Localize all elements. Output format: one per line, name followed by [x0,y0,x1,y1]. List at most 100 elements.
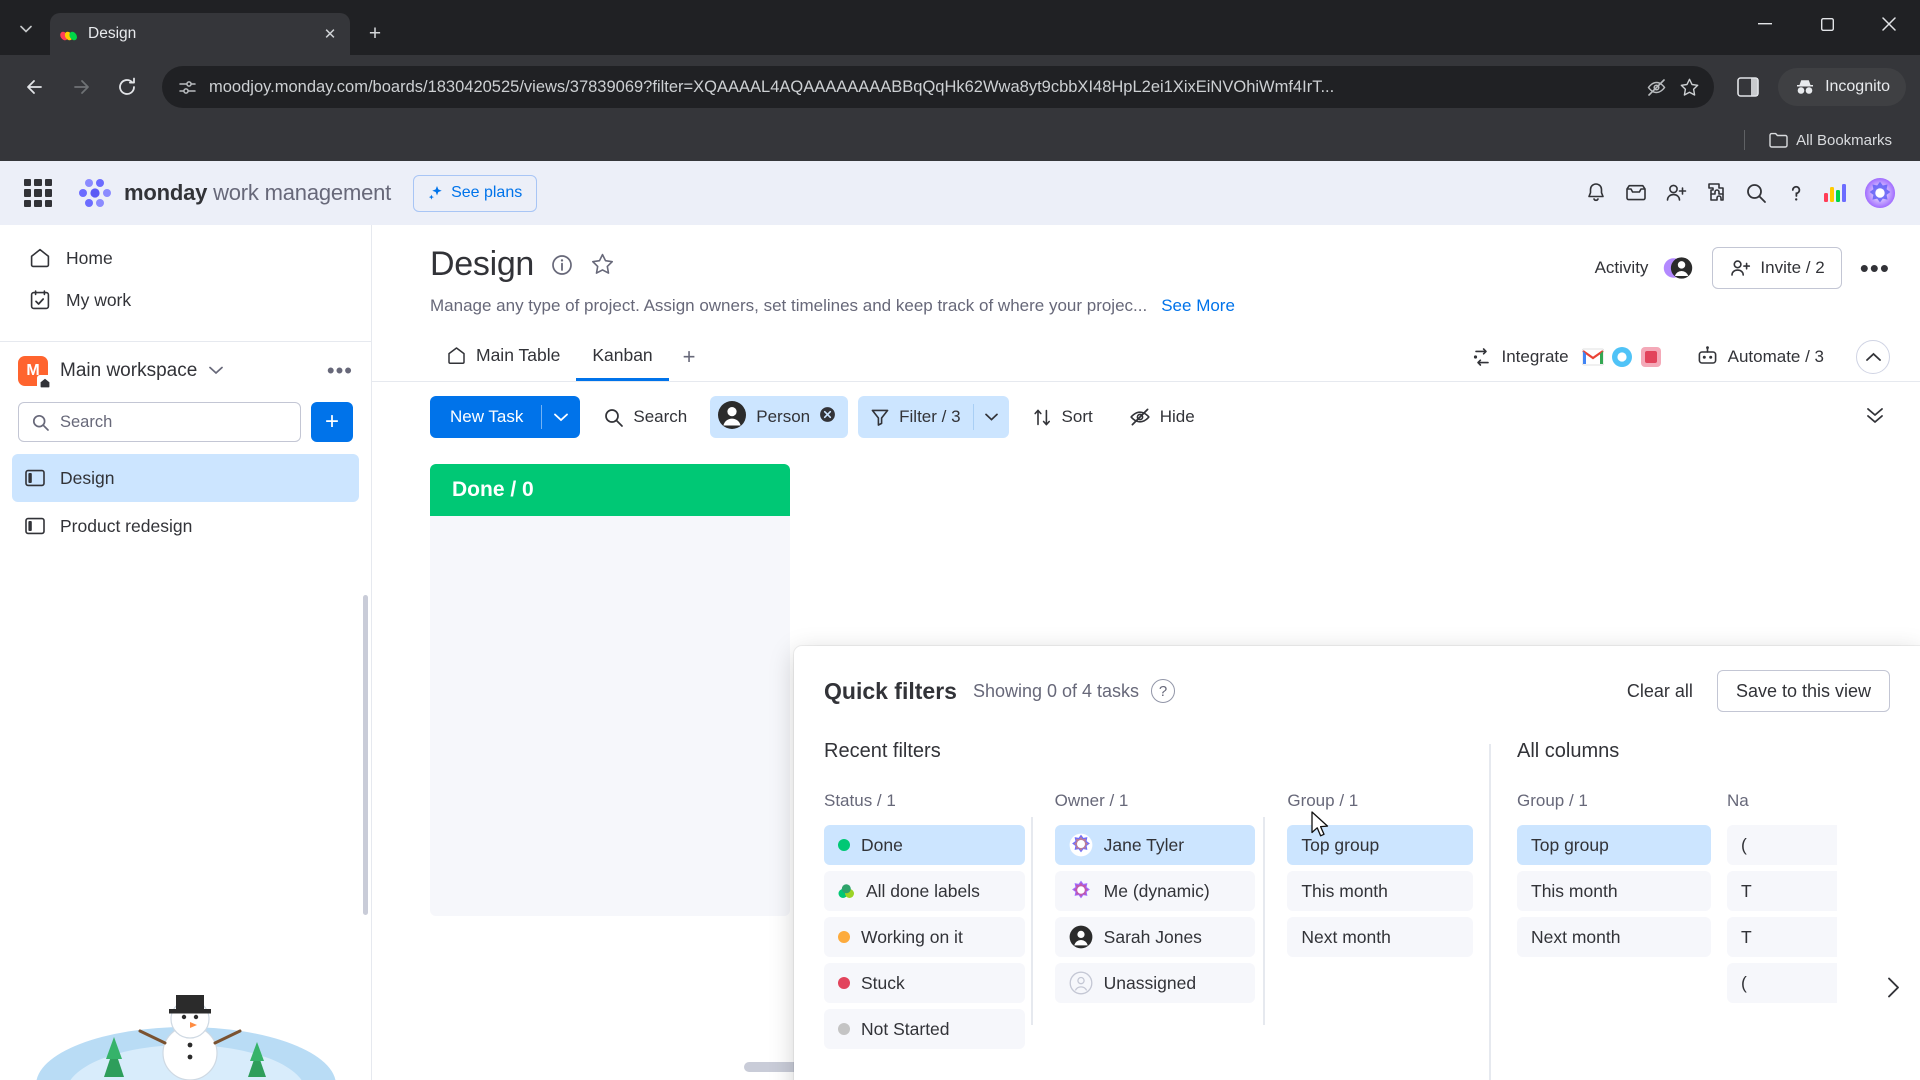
search-button[interactable]: Search [590,396,700,438]
page-title: Design [430,245,535,283]
new-task-button[interactable]: New Task [430,396,581,438]
help-question-icon[interactable] [1776,173,1816,213]
add-view-button[interactable]: + [669,344,710,370]
sidebar-scrollbar[interactable] [363,595,368,915]
filter-option-sarah-jones[interactable]: Sarah Jones [1054,917,1256,957]
kanban-column-body[interactable] [430,516,790,916]
search-icon[interactable] [1736,173,1776,213]
status-dot-icon [838,1023,850,1035]
tab-main-table[interactable]: Main Table [430,332,576,381]
all-columns-option-top-group[interactable]: Top group [1517,825,1711,865]
filter-option-label: ( [1741,834,1747,855]
filter-chip-caret-icon[interactable] [974,396,1009,438]
site-settings-icon[interactable] [178,78,197,97]
filter-chip[interactable]: Filter / 3 [858,396,1009,438]
sidebar-item-my-work[interactable]: My work [16,279,355,321]
eye-crossed-icon[interactable] [1646,77,1667,98]
sidebar-item-home[interactable]: Home [16,237,355,279]
grid-apps-icon[interactable] [24,179,52,207]
forward-button[interactable] [60,66,102,108]
tab-search-button[interactable] [8,11,44,47]
person-filter-chip[interactable]: Person [710,396,849,438]
workspace-more-options-icon[interactable]: ••• [327,358,353,384]
bookmark-star-icon[interactable] [1679,77,1700,98]
workspace-row[interactable]: M Main workspace ••• [0,342,371,396]
all-columns-option-1[interactable]: ( [1727,825,1837,865]
all-columns-option-4[interactable]: ( [1727,963,1837,1003]
sort-button[interactable]: Sort [1019,396,1106,438]
address-bar[interactable]: moodjoy.monday.com/boards/1830420525/vie… [162,66,1715,108]
all-columns-group-label: Na [1727,791,1749,810]
chevron-down-icon[interactable] [209,364,224,378]
reload-button[interactable] [106,66,148,108]
sidebar-item-design[interactable]: Design [12,454,359,502]
filter-option-label: Me (dynamic) [1103,880,1210,901]
sidebar-add-button[interactable]: + [311,402,353,442]
filter-option-top-group[interactable]: Top group [1287,825,1474,865]
user-avatar-icon[interactable] [1864,177,1896,209]
tab-close-icon[interactable]: ✕ [320,24,340,44]
all-bookmarks-button[interactable]: All Bookmarks [1761,128,1900,153]
incognito-indicator[interactable]: Incognito [1778,68,1906,106]
browser-tab[interactable]: Design ✕ [50,13,350,55]
back-button[interactable] [14,66,56,108]
filter-option-label: Next month [1531,926,1621,947]
save-to-this-view-button[interactable]: Save to this view [1716,670,1890,712]
filter-option-next-month[interactable]: Next month [1287,917,1474,957]
filter-option-working-on-it[interactable]: Working on it [824,917,1025,957]
sidebar-search-input[interactable]: Search [18,402,301,442]
window-minimize-button[interactable] [1734,0,1796,48]
app-logo-icon [1611,346,1632,367]
filter-option-stuck[interactable]: Stuck [824,963,1025,1003]
sidebar-item-design-label: Design [60,467,115,488]
see-plans-button[interactable]: See plans [413,174,538,212]
new-tab-button[interactable]: + [358,17,392,51]
filter-option-label: Unassigned [1103,972,1197,993]
clear-all-button[interactable]: Clear all [1617,673,1703,710]
side-panel-button[interactable] [1728,67,1768,107]
filter-group-group: Group / 1 Top group This month Next mont… [1271,791,1489,1055]
notifications-bell-icon[interactable] [1576,173,1616,213]
filter-option-label: Stuck [861,972,905,993]
tab-kanban[interactable]: Kanban [576,332,669,381]
toolbar-more-icon[interactable] [1864,406,1890,429]
filter-option-this-month[interactable]: This month [1287,871,1474,911]
invite-member-icon[interactable] [1656,173,1696,213]
all-columns-option-3[interactable]: T [1727,917,1837,957]
window-maximize-button[interactable] [1796,0,1858,48]
filter-option-me-dynamic[interactable]: Me (dynamic) [1054,871,1256,911]
apps-marketplace-icon[interactable] [1696,173,1736,213]
filter-option-jane-tyler[interactable]: Jane Tyler [1054,825,1256,865]
filter-chip-main[interactable]: Filter / 3 [858,396,972,438]
help-question-icon[interactable]: ? [1151,679,1176,703]
inbox-icon[interactable] [1616,173,1656,213]
automate-button[interactable]: Automate / 3 [1684,337,1836,377]
all-columns-option-2[interactable]: T [1727,871,1837,911]
filter-option-all-done-labels[interactable]: All done labels [824,871,1025,911]
integrate-button[interactable]: Integrate [1459,337,1674,377]
activity-avatar[interactable] [1662,252,1694,284]
kanban-column-header[interactable]: Done / 0 [430,464,790,516]
filter-option-done[interactable]: Done [824,825,1025,865]
window-close-button[interactable] [1858,0,1920,48]
filter-option-not-started[interactable]: Not Started [824,1009,1025,1049]
sidebar-item-product-redesign[interactable]: Product redesign [12,502,359,550]
info-circle-icon[interactable] [550,253,574,277]
hide-button[interactable]: Hide [1116,396,1208,438]
activity-label: Activity [1594,258,1649,277]
person-chip-clear-icon[interactable] [819,406,836,428]
collapse-header-button[interactable] [1856,339,1890,374]
reload-icon [119,77,135,95]
monday-logo-block[interactable]: monday work management [78,178,391,208]
new-task-caret-icon[interactable] [542,413,580,422]
product-switch-icon[interactable] [1816,173,1856,213]
filter-option-label: This month [1301,880,1388,901]
all-columns-option-next-month[interactable]: Next month [1517,917,1711,957]
board-more-options-icon[interactable]: ••• [1860,253,1890,284]
all-columns-option-this-month[interactable]: This month [1517,871,1711,911]
scroll-right-button[interactable] [1876,970,1910,1004]
star-outline-icon[interactable] [590,252,615,277]
see-more-link[interactable]: See More [1161,296,1235,316]
invite-button[interactable]: Invite / 2 [1712,247,1842,289]
filter-option-unassigned[interactable]: Unassigned [1054,963,1256,1003]
